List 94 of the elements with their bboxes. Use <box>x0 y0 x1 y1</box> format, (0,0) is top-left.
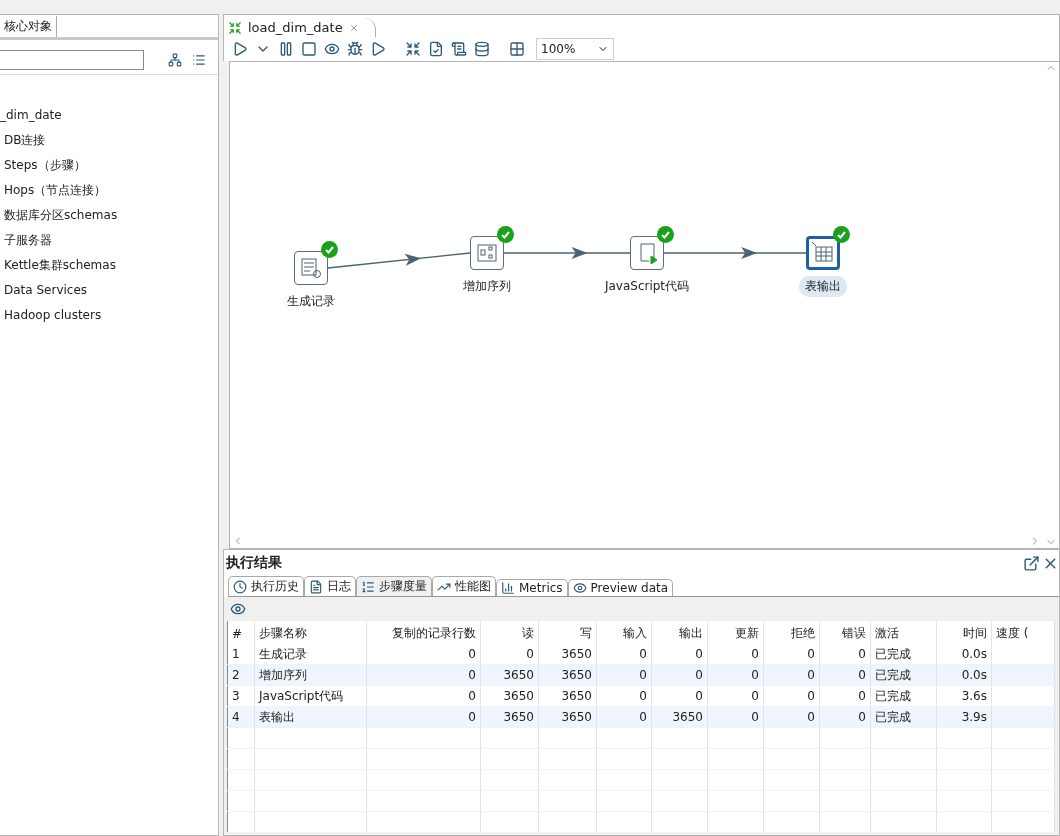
hop-arrow[interactable] <box>327 252 471 269</box>
maximize-icon[interactable] <box>1023 554 1040 572</box>
step-label: 表输出 <box>799 276 847 297</box>
table-cell: 已完成 <box>870 685 937 707</box>
table-cell: 0 <box>763 664 820 686</box>
table-cell: 0 <box>763 685 820 707</box>
arrows-inward-icon <box>228 20 242 35</box>
table-cell: 0 <box>366 644 481 665</box>
panel-title: 执行结果 <box>226 554 282 572</box>
step-label: 增加序列 <box>462 278 512 295</box>
table-cell: 0 <box>707 644 764 665</box>
table-cell: 3650 <box>480 664 539 686</box>
table-cell: 0 <box>651 664 708 686</box>
table-cell: 3650 <box>651 706 708 728</box>
table-cell: 0 <box>763 706 820 728</box>
tree-item[interactable]: 子服务器 <box>0 228 218 253</box>
table-cell: 0 <box>707 685 764 707</box>
table-cell: 0 <box>819 706 871 728</box>
tree-item[interactable]: Data Services <box>0 278 218 303</box>
table-cell: 0 <box>366 706 481 728</box>
table-cell: 0 <box>596 644 652 665</box>
table-cell: 2 <box>227 664 255 686</box>
table-cell: 4 <box>227 706 255 728</box>
clock-icon <box>233 579 247 594</box>
table-cell: 增加序列 <box>254 664 367 686</box>
table-cell: 3650 <box>538 644 597 665</box>
table-cell: 3 <box>227 685 255 707</box>
results-tab[interactable]: 性能图 <box>432 576 496 596</box>
table-cell: 0 <box>819 664 871 686</box>
scroll-icon[interactable] <box>449 39 468 59</box>
table-cell: 0 <box>651 644 708 665</box>
table-cell: 0.0s <box>936 664 992 686</box>
table-cell: 3650 <box>480 706 539 728</box>
step-node[interactable] <box>630 236 664 270</box>
table-cell: 3650 <box>538 685 597 707</box>
form-gear-icon <box>299 256 323 280</box>
stop-icon[interactable] <box>299 39 318 59</box>
grid-icon[interactable] <box>507 39 526 59</box>
hierarchy-icon[interactable] <box>168 53 182 67</box>
hop-arrow[interactable] <box>663 247 807 259</box>
table-cell: 0 <box>819 644 871 665</box>
sequence-icon <box>475 241 499 265</box>
step-label: JavaScript代码 <box>603 278 691 295</box>
table-cell: 0 <box>480 644 539 665</box>
results-tab[interactable]: 日志 <box>304 576 356 596</box>
table-cell: 0 <box>596 664 652 686</box>
table-cell: 0 <box>366 664 481 686</box>
list-icon[interactable] <box>192 53 206 67</box>
table-cell: 3.9s <box>936 706 992 728</box>
table-cell: 0 <box>596 706 652 728</box>
table-cell: 已完成 <box>870 706 937 728</box>
table-cell: 已完成 <box>870 644 937 665</box>
table-icon <box>811 241 835 265</box>
step-node[interactable] <box>294 251 328 285</box>
eye-icon[interactable] <box>230 601 246 617</box>
table-cell: 表输出 <box>254 706 367 728</box>
table-cell: 0 <box>763 644 820 665</box>
step-label: 生成记录 <box>286 293 336 310</box>
table-cell: 0 <box>819 685 871 707</box>
table-cell: 0 <box>651 685 708 707</box>
tree-item[interactable]: Kettle集群schemas <box>0 253 218 278</box>
results-tab[interactable]: Metrics <box>496 579 568 596</box>
table-cell: 已完成 <box>870 664 937 686</box>
table-cell: 0.0s <box>936 644 992 665</box>
table-cell: 3.6s <box>936 685 992 707</box>
tree-item[interactable]: Hops（节点连接） <box>0 178 218 203</box>
database-icon[interactable] <box>472 39 491 59</box>
hop-arrow[interactable] <box>503 247 631 259</box>
document-icon <box>309 579 323 594</box>
table-cell: 3650 <box>538 706 597 728</box>
tree-item[interactable]: _dim_date <box>0 103 218 128</box>
table-cell: JavaScript代码 <box>254 685 367 707</box>
results-tab[interactable]: 步骤度量 <box>356 576 432 596</box>
table-cell: 3650 <box>480 685 539 707</box>
table-cell: 3650 <box>538 664 597 686</box>
zoom-dropdown[interactable]: 100% <box>536 38 614 60</box>
results-tab[interactable]: 执行历史 <box>228 576 304 596</box>
table-cell: 0 <box>707 664 764 686</box>
table-cell: 0 <box>707 706 764 728</box>
table-cell: 生成记录 <box>254 644 367 665</box>
tree-item[interactable]: DB连接 <box>0 128 218 153</box>
tree-item[interactable]: Hadoop clusters <box>0 303 218 328</box>
search-field[interactable] <box>0 50 144 70</box>
table-cell: 1 <box>227 644 255 665</box>
numbered-list-icon <box>361 579 375 594</box>
table-cell: 0 <box>596 685 652 707</box>
bar-chart-icon <box>501 581 515 595</box>
tree-item[interactable]: 数据库分区schemas <box>0 203 218 228</box>
tree-item[interactable]: Steps（步骤） <box>0 153 218 178</box>
table-cell: 0 <box>366 685 481 707</box>
results-tab[interactable]: Preview data <box>567 579 674 596</box>
eye-icon <box>572 581 587 595</box>
step-node[interactable] <box>470 236 504 270</box>
step-node[interactable] <box>806 236 840 270</box>
